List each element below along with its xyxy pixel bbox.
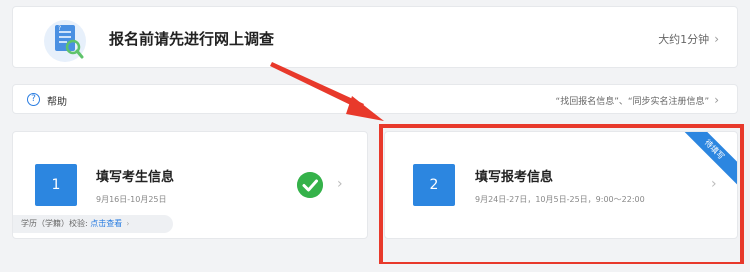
step-date: 9月16日-10月25日 xyxy=(96,195,167,204)
chevron-right-icon: › xyxy=(126,219,130,228)
education-verification-label: 学历（学籍）校验: xyxy=(21,219,88,228)
pending-ribbon-badge: 待填写 xyxy=(676,132,737,188)
chevron-right-icon: › xyxy=(714,32,719,46)
chevron-right-icon: › xyxy=(711,176,717,192)
question-circle-icon: ? xyxy=(27,93,40,106)
help-links[interactable]: “找回报名信息”、“同步实名注册信息” › xyxy=(556,93,719,107)
survey-time-label: 大约1分钟 xyxy=(658,33,710,46)
help-bar[interactable]: ? 帮助 “找回报名信息”、“同步实名注册信息” › xyxy=(12,84,738,114)
chevron-right-icon: › xyxy=(337,176,343,192)
page-bottom-strip xyxy=(0,264,750,272)
check-circle-icon xyxy=(297,172,323,198)
step-title: 填写报考信息 xyxy=(475,170,554,185)
survey-time[interactable]: 大约1分钟 › xyxy=(658,31,719,47)
survey-document-icon: ? xyxy=(44,20,86,62)
step-card-fill-candidate-info[interactable]: 1 填写考生信息 9月16日-10月25日 › 学历（学籍）校验: 点击查看 › xyxy=(12,131,368,239)
help-links-text: “找回报名信息”、“同步实名注册信息” xyxy=(555,97,710,107)
step-number-badge: 2 xyxy=(413,164,455,206)
education-verification-link[interactable]: 点击查看 xyxy=(90,219,122,228)
step-title: 填写考生信息 xyxy=(96,170,175,185)
step-date: 9月24日-27日，10月5日-25日，9:00～22:00 xyxy=(475,195,645,204)
education-verification-tag: 学历（学籍）校验: 点击查看 › xyxy=(13,215,173,233)
step-card-fill-application-info[interactable]: 待填写 2 填写报考信息 9月24日-27日，10月5日-25日，9:00～22… xyxy=(384,131,738,239)
survey-card[interactable]: ? 报名前请先进行网上调查 大约1分钟 › xyxy=(12,6,738,68)
step-number-badge: 1 xyxy=(35,164,77,206)
survey-title: 报名前请先进行网上调查 xyxy=(109,30,275,48)
chevron-right-icon: › xyxy=(714,93,719,107)
svg-text:?: ? xyxy=(58,25,61,32)
help-label: 帮助 xyxy=(47,97,67,108)
